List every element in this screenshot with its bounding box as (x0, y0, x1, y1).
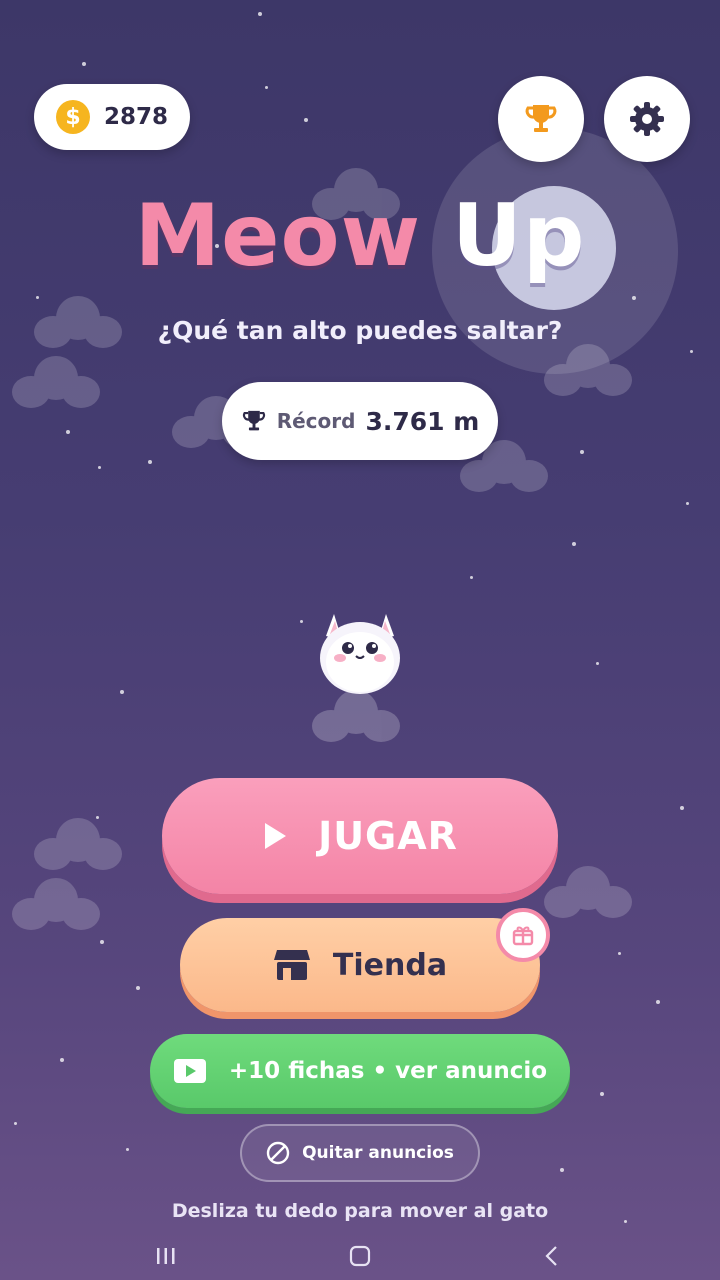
coin-counter: $ 2878 (34, 84, 190, 150)
shop-button[interactable]: Tienda (180, 918, 540, 1012)
remove-ads-button[interactable]: Quitar anuncios (240, 1124, 480, 1182)
gear-icon (630, 102, 664, 136)
store-icon (273, 950, 310, 980)
gift-icon (512, 926, 534, 946)
system-nav-bar (0, 1232, 720, 1280)
game-menu: $ 2878 Meow Up ¿Qué tan alto puedes salt… (0, 0, 720, 1280)
watch-ad-button[interactable]: +10 fichas • ver anuncio (150, 1034, 570, 1108)
record-badge: Récord 3.761 m (222, 382, 498, 460)
record-value: 3.761 m (365, 406, 480, 436)
block-icon (266, 1141, 290, 1165)
shop-gift-badge (496, 908, 550, 962)
trophy-icon (525, 105, 557, 132)
shop-label: Tienda (332, 947, 448, 983)
watch-ad-label: +10 fichas • ver anuncio (228, 1058, 548, 1084)
title-up: Up (452, 186, 586, 286)
settings-button[interactable] (604, 76, 690, 162)
trophy-icon (242, 410, 265, 431)
recents-icon (157, 1248, 175, 1264)
title-meow: Meow (134, 186, 422, 286)
coin-count: 2878 (104, 104, 169, 130)
recents-button[interactable] (136, 1240, 196, 1272)
play-button[interactable]: JUGAR (162, 778, 558, 894)
instruction-hint: Desliza tu dedo para mover al gato (171, 1200, 549, 1222)
play-icon (265, 823, 287, 849)
home-icon (349, 1245, 371, 1267)
subtitle: ¿Qué tan alto puedes saltar? (157, 316, 563, 345)
remove-ads-label: Quitar anuncios (302, 1143, 454, 1163)
play-label: JUGAR (318, 814, 458, 858)
record-label: Récord (276, 409, 356, 433)
coin-icon: $ (56, 100, 90, 134)
back-icon (545, 1246, 557, 1266)
game-title: Meow Up (0, 186, 720, 286)
video-icon (173, 1059, 206, 1083)
home-button[interactable] (330, 1240, 390, 1272)
cat-character (320, 614, 400, 694)
leaderboard-button[interactable] (498, 76, 584, 162)
back-button[interactable] (522, 1240, 582, 1272)
